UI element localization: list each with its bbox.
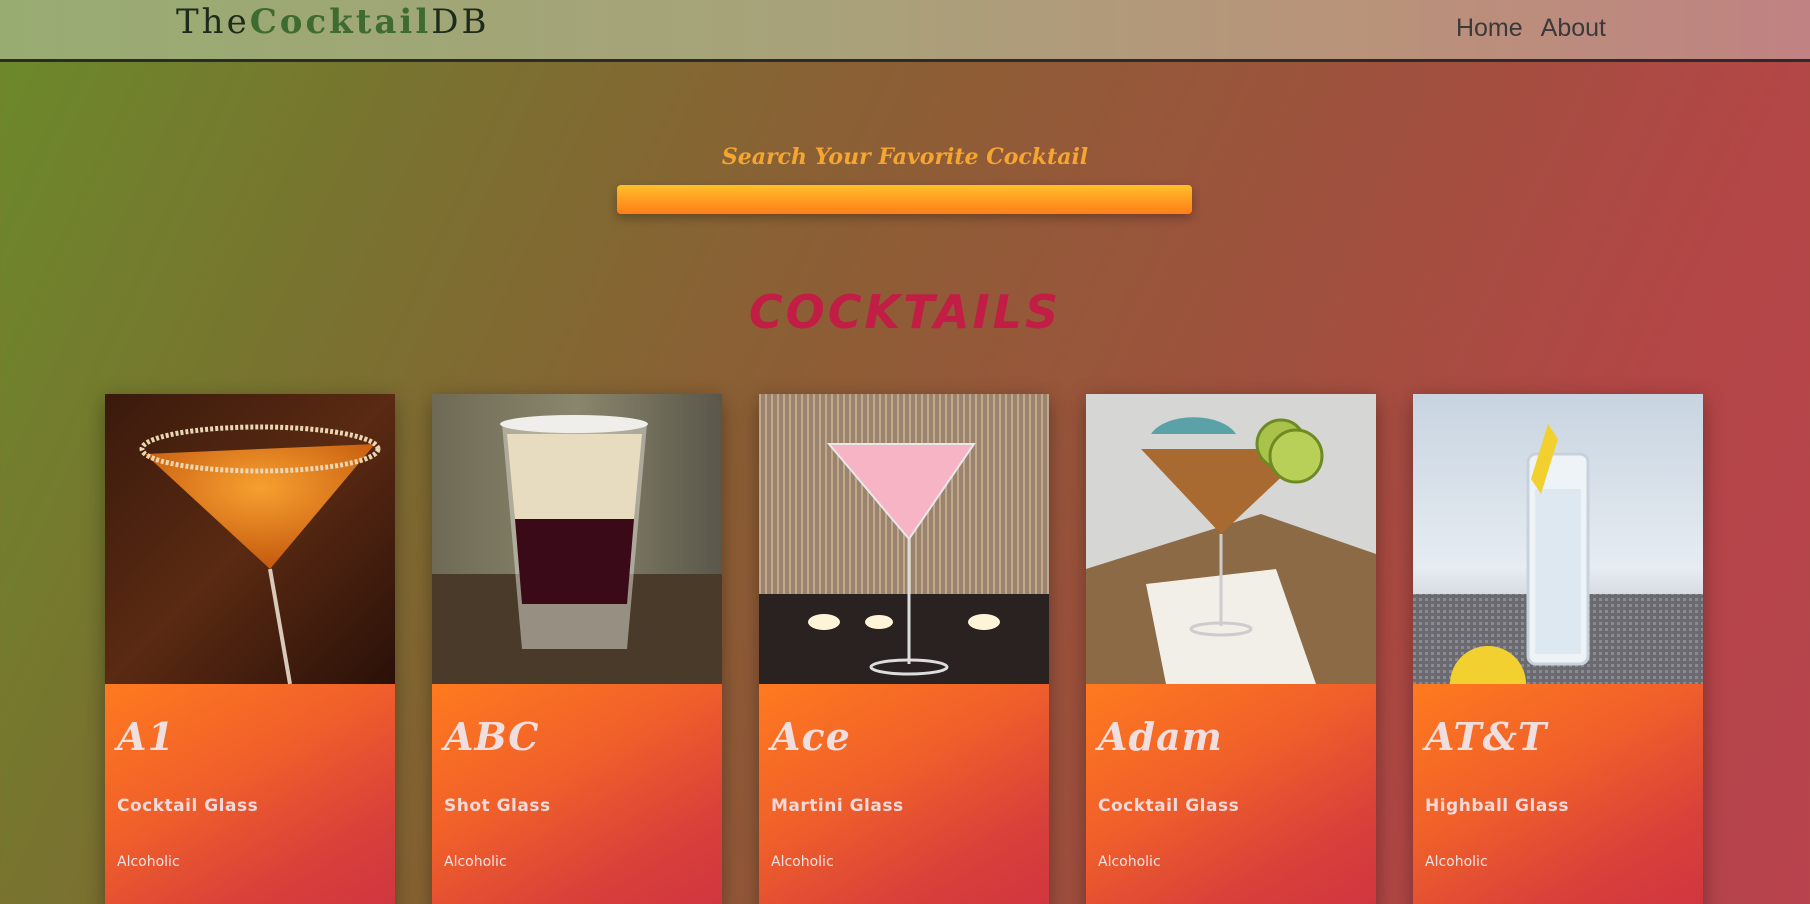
cocktail-card-body: Adam Cocktail Glass Alcoholic [1086, 684, 1376, 904]
cocktail-name: AT&T [1425, 714, 1548, 759]
logo-mid: Cocktail [249, 2, 432, 42]
cocktail-card-body: ABC Shot Glass Alcoholic [432, 684, 722, 904]
cocktail-card[interactable]: A1 Cocktail Glass Alcoholic [105, 394, 395, 904]
cocktail-card-body: Ace Martini Glass Alcoholic [759, 684, 1049, 904]
cocktail-glass: Shot Glass [444, 796, 551, 816]
cocktail-glass: Martini Glass [771, 796, 904, 816]
nav-links: Home About [1456, 14, 1606, 43]
search-label: Search Your Favorite Cocktail [721, 144, 1089, 170]
cocktail-card-body: A1 Cocktail Glass Alcoholic [105, 684, 395, 904]
cocktail-glass: Highball Glass [1425, 796, 1570, 816]
cocktail-image [1413, 394, 1703, 684]
cocktail-name: ABC [444, 714, 540, 759]
navbar: TheCocktailDB Home About [0, 0, 1810, 62]
cocktail-card-body: AT&T Highball Glass Alcoholic [1413, 684, 1703, 904]
cocktail-name: A1 [117, 714, 175, 759]
cocktail-image [1086, 394, 1376, 684]
cocktail-card[interactable]: Ace Martini Glass Alcoholic [759, 394, 1049, 904]
cocktail-glass: Cocktail Glass [117, 796, 259, 816]
cocktail-type: Alcoholic [444, 854, 507, 870]
cocktail-type: Alcoholic [771, 854, 834, 870]
logo-prefix: The [176, 2, 250, 42]
cocktail-name: Adam [1098, 714, 1223, 759]
cocktail-image [105, 394, 395, 684]
logo-suffix: DB [431, 2, 490, 42]
section-title: COCKTAILS [748, 285, 1062, 339]
cocktail-image [432, 394, 722, 684]
cocktail-type: Alcoholic [1425, 854, 1488, 870]
cocktail-card[interactable]: AT&T Highball Glass Alcoholic [1413, 394, 1703, 904]
cocktail-image [759, 394, 1049, 684]
cocktail-type: Alcoholic [1098, 854, 1161, 870]
cocktail-type: Alcoholic [117, 854, 180, 870]
cocktail-card[interactable]: Adam Cocktail Glass Alcoholic [1086, 394, 1376, 904]
nav-link-home[interactable]: Home [1456, 14, 1523, 43]
search-input[interactable] [617, 185, 1192, 214]
cocktail-glass: Cocktail Glass [1098, 796, 1240, 816]
site-logo[interactable]: TheCocktailDB [176, 2, 490, 42]
cocktail-name: Ace [771, 714, 851, 759]
nav-link-about[interactable]: About [1541, 14, 1606, 43]
cocktail-card[interactable]: ABC Shot Glass Alcoholic [432, 394, 722, 904]
